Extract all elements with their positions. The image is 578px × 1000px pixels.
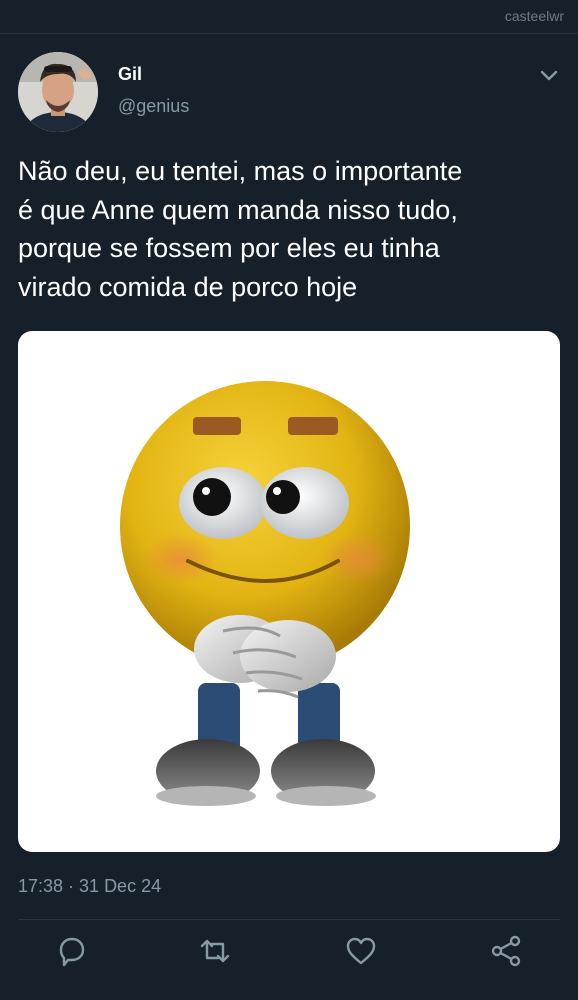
tweet-media-image[interactable] (18, 331, 560, 852)
reply-button[interactable] (55, 934, 89, 968)
author-name[interactable]: Gil (118, 64, 142, 85)
actions-divider (18, 919, 560, 920)
like-button[interactable] (344, 934, 378, 968)
watermark-text: casteelwr (504, 8, 564, 24)
retweet-icon (200, 939, 230, 963)
tweet-timestamp[interactable]: 17:38 · 31 Dec 24 (18, 876, 161, 897)
tweet-text: Não deu, eu tentei, mas o importante é q… (18, 156, 463, 302)
chevron-down-icon[interactable] (538, 64, 560, 86)
reply-icon (59, 937, 85, 967)
share-icon (491, 935, 521, 967)
avatar[interactable] (18, 52, 98, 132)
author-handle[interactable]: @genius (118, 96, 189, 117)
tweet-header: Gil @genius (18, 52, 560, 132)
retweet-button[interactable] (198, 934, 232, 968)
avatar-photo (18, 52, 98, 132)
top-divider (0, 33, 578, 34)
share-button[interactable] (489, 934, 523, 968)
tweet-actions-bar (0, 934, 578, 974)
emoji-illustration (120, 381, 410, 806)
heart-icon (346, 937, 376, 965)
